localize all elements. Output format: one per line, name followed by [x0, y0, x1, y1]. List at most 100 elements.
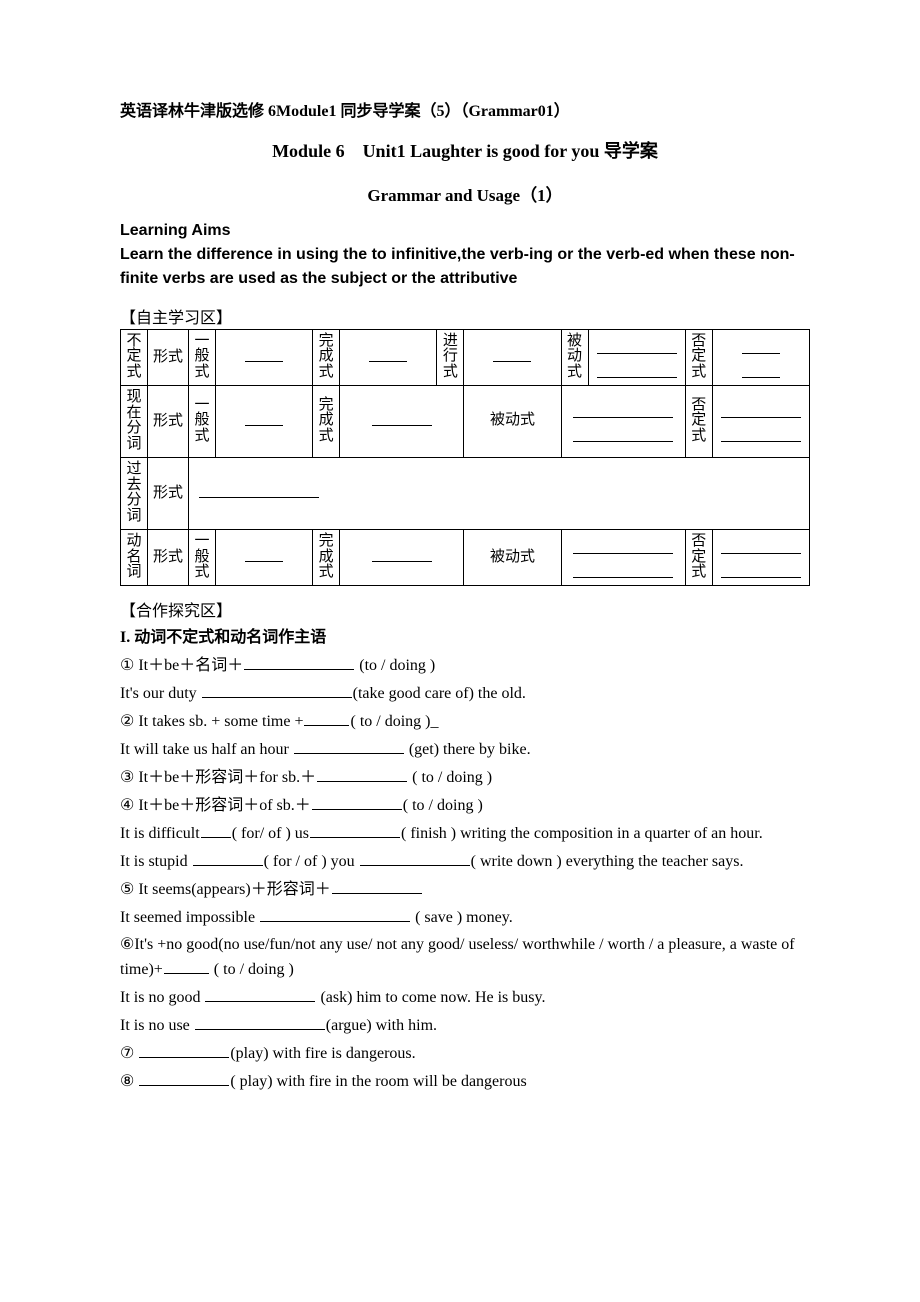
document-title: 英语译林牛津版选修 6Module1 同步导学案（5）（Grammar01）: [120, 100, 810, 124]
text-segment: ( save ) money.: [411, 909, 513, 926]
fill-blank[interactable]: [360, 849, 470, 866]
blank-cell[interactable]: [712, 385, 809, 457]
text-segment: ( play) with fire in the room will be da…: [230, 1073, 526, 1090]
exercise-line: It is difficult ( for/ of ) us ( finish ) …: [120, 821, 810, 846]
fill-blank[interactable]: [312, 793, 402, 810]
text-segment: (to / doing ): [355, 657, 435, 674]
learning-aims-header: Learning Aims: [120, 219, 810, 243]
fill-blank[interactable]: [195, 1013, 325, 1030]
text-segment: ( to / doing ): [403, 797, 483, 814]
text-segment: It seemed impossible: [120, 909, 259, 926]
col-passive: 被动式: [464, 385, 561, 457]
fill-blank[interactable]: [205, 985, 315, 1002]
col-general: 一般式: [189, 529, 216, 585]
text-segment: It is no use: [120, 1017, 194, 1034]
text-segment: ( for / of ) you: [264, 853, 359, 870]
blank-cell[interactable]: [340, 329, 437, 385]
col-perfect: 完成式: [313, 529, 340, 585]
text-segment: ① It＋be＋名词＋: [120, 657, 243, 674]
blank-cell[interactable]: [588, 329, 685, 385]
table-row: 过去分词 形式: [121, 457, 810, 529]
blank-cell[interactable]: [216, 529, 313, 585]
module-subtitle: Module 6 Unit1 Laughter is good for you …: [120, 138, 810, 165]
self-study-zone-label: 【自主学习区】: [120, 307, 810, 331]
table-row: 现在分词 形式 一般式 完成式 被动式 否定式: [121, 385, 810, 457]
blank-cell[interactable]: [340, 385, 464, 457]
row-label-past-participle: 过去分词: [121, 457, 148, 529]
exercise-line: ⑤ It seems(appears)＋形容词＋: [120, 877, 810, 902]
text-segment: ( to / doing ): [210, 961, 294, 978]
fill-blank[interactable]: [139, 1041, 229, 1058]
blank-cell[interactable]: [712, 329, 809, 385]
blank-cell[interactable]: [216, 385, 313, 457]
form-label: 形式: [148, 329, 189, 385]
text-segment: ( finish ) writing the composition in a …: [401, 825, 763, 842]
blank-cell[interactable]: [216, 329, 313, 385]
blank-cell[interactable]: [561, 385, 685, 457]
exercise-line: ① It＋be＋名词＋ (to / doing ): [120, 653, 810, 678]
fill-blank[interactable]: [139, 1069, 229, 1086]
fill-blank[interactable]: [201, 821, 231, 838]
text-segment: (ask) him to come now. He is busy.: [316, 989, 545, 1006]
exercise-line: It's our duty (take good care of) the ol…: [120, 681, 810, 706]
text-segment: ⑤ It seems(appears)＋形容词＋: [120, 881, 331, 898]
exercise-line: It is no good (ask) him to come now. He …: [120, 985, 810, 1010]
exercise-line: It seemed impossible ( save ) money.: [120, 905, 810, 930]
fill-blank[interactable]: [294, 737, 404, 754]
blank-cell[interactable]: [712, 529, 809, 585]
text-segment: It will take us half an hour: [120, 741, 293, 758]
text-segment: ( to / doing ): [408, 769, 492, 786]
grammar-section-title: Grammar and Usage（1）: [120, 183, 810, 209]
verb-forms-table: 不定式 形式 一般式 完成式 进行式 被动式 否定式 现在分词 形式 一般式 完…: [120, 329, 810, 587]
col-negative: 否定式: [685, 329, 712, 385]
fill-blank[interactable]: [260, 905, 410, 922]
fill-blank[interactable]: [317, 765, 407, 782]
fill-blank[interactable]: [202, 681, 352, 698]
form-label: 形式: [148, 457, 189, 529]
text-segment: ( to / doing )_: [350, 713, 438, 730]
blank-cell[interactable]: [189, 457, 810, 529]
fill-blank[interactable]: [310, 821, 400, 838]
col-general: 一般式: [189, 385, 216, 457]
fill-blank[interactable]: [164, 957, 209, 974]
fill-blank[interactable]: [304, 709, 349, 726]
text-segment: It is no good: [120, 989, 204, 1006]
exercise-line: ⑧ ( play) with fire in the room will be …: [120, 1069, 810, 1094]
blank-cell[interactable]: [464, 329, 561, 385]
exercise-line: ③ It＋be＋形容词＋for sb.＋ ( to / doing ): [120, 765, 810, 790]
col-general: 一般式: [189, 329, 216, 385]
text-segment: (take good care of) the old.: [353, 685, 526, 702]
text-segment: (get) there by bike.: [405, 741, 531, 758]
col-perfect: 完成式: [313, 329, 340, 385]
col-passive: 被动式: [464, 529, 561, 585]
text-segment: ② It takes sb. + some time +: [120, 713, 303, 730]
exercise-line: It will take us half an hour (get) there…: [120, 737, 810, 762]
text-segment: It's our duty: [120, 685, 201, 702]
blank-cell[interactable]: [561, 529, 685, 585]
text-segment: ( write down ) everything the teacher sa…: [471, 853, 744, 870]
learning-aims-body: Learn the difference in using the to inf…: [120, 243, 810, 291]
col-progressive: 进行式: [437, 329, 464, 385]
text-segment: (play) with fire is dangerous.: [230, 1045, 415, 1062]
section-1-header: I. 动词不定式和动名词作主语: [120, 626, 810, 650]
exercise-line: ⑥It's +no good(no use/fun/not any use/ n…: [120, 933, 810, 982]
fill-blank[interactable]: [244, 653, 354, 670]
fill-blank[interactable]: [193, 849, 263, 866]
col-passive: 被动式: [561, 329, 588, 385]
row-label-present-participle: 现在分词: [121, 385, 148, 457]
text-segment: ⑦: [120, 1045, 138, 1062]
table-row: 动名词 形式 一般式 完成式 被动式 否定式: [121, 529, 810, 585]
fill-blank[interactable]: [332, 877, 422, 894]
row-label-infinitive: 不定式: [121, 329, 148, 385]
text-segment: ③ It＋be＋形容词＋for sb.＋: [120, 769, 316, 786]
text-segment: ⑧: [120, 1073, 138, 1090]
col-negative: 否定式: [685, 385, 712, 457]
exercise-body: I. 动词不定式和动名词作主语 ① It＋be＋名词＋ (to / doing …: [120, 626, 810, 1094]
text-segment: ( for/ of ) us: [232, 825, 309, 842]
col-perfect: 完成式: [313, 385, 340, 457]
form-label: 形式: [148, 385, 189, 457]
blank-cell[interactable]: [340, 529, 464, 585]
col-negative: 否定式: [685, 529, 712, 585]
exercise-line: ⑦ (play) with fire is dangerous.: [120, 1041, 810, 1066]
text-segment: It is difficult: [120, 825, 200, 842]
